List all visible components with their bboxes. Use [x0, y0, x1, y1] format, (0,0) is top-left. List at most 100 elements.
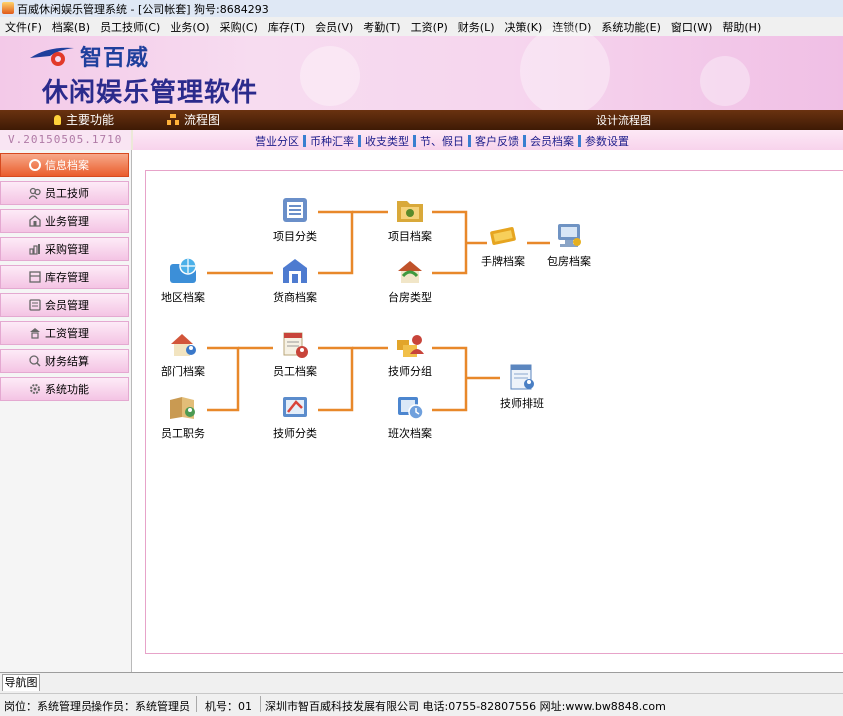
- menu-business[interactable]: 业务(O): [165, 19, 214, 35]
- sidebar-item-finance[interactable]: 财务结算: [0, 349, 129, 373]
- design-flowchart-link[interactable]: 设计流程图: [596, 112, 651, 128]
- employee-icon: [280, 330, 310, 360]
- menu-staff-technician[interactable]: 员工技师(C): [95, 19, 165, 35]
- sidebar-item-label: 会员管理: [45, 299, 89, 312]
- project-folder-icon: [395, 195, 425, 225]
- gear-icon: [29, 383, 41, 395]
- technician-category-icon: [280, 392, 310, 422]
- lightbulb-icon: [54, 114, 61, 125]
- node-wristband[interactable]: 手牌档案: [467, 220, 539, 269]
- menu-inventory[interactable]: 库存(T): [263, 19, 310, 35]
- room-type-icon: [395, 256, 425, 286]
- tab-parameter-settings[interactable]: 参数设置: [581, 133, 633, 149]
- menu-bar: 文件(F) 档案(B) 员工技师(C) 业务(O) 采购(C) 库存(T) 会员…: [0, 17, 843, 37]
- sidebar-item-label: 财务结算: [45, 355, 89, 368]
- node-label: 项目档案: [388, 230, 432, 243]
- tab-income-expense-type[interactable]: 收支类型: [361, 133, 413, 149]
- purchase-icon: [29, 243, 41, 255]
- tab-member-archive[interactable]: 会员档案: [526, 133, 578, 149]
- node-label: 项目分类: [273, 230, 317, 243]
- staff-icon: [28, 187, 41, 200]
- status-company: 深圳市智百威科技发展有限公司 电话:0755-82807556 网址:www.b…: [265, 700, 666, 713]
- brand-name: 智百威: [80, 46, 150, 71]
- sidebar-item-label: 业务管理: [45, 215, 89, 228]
- sidebar-item-label: 工资管理: [45, 327, 89, 340]
- node-region[interactable]: 地区档案: [147, 256, 219, 305]
- node-label: 货商档案: [273, 291, 317, 304]
- menu-attendance[interactable]: 考勤(T): [358, 19, 405, 35]
- sidebar-item-member[interactable]: 会员管理: [0, 293, 129, 317]
- node-label: 班次档案: [388, 427, 432, 440]
- category-icon: [280, 195, 310, 225]
- banner: 智百威 休闲娱乐管理软件: [0, 26, 843, 116]
- menu-window[interactable]: 窗口(W): [666, 19, 717, 35]
- node-shift[interactable]: 班次档案: [374, 392, 446, 441]
- menu-finance[interactable]: 财务(L): [453, 19, 500, 35]
- node-private-room[interactable]: 包房档案: [533, 220, 605, 269]
- shift-icon: [395, 392, 425, 422]
- member-icon: [29, 299, 41, 311]
- menu-system[interactable]: 系统功能(E): [596, 19, 666, 35]
- tab-customer-feedback[interactable]: 客户反馈: [471, 133, 523, 149]
- sidebar-item-system[interactable]: 系统功能: [0, 377, 129, 401]
- tab-holidays[interactable]: 节、假日: [416, 133, 468, 149]
- main-function-tab[interactable]: 主要功能: [54, 111, 114, 128]
- flowchart-tab[interactable]: 流程图: [167, 111, 220, 128]
- department-icon: [168, 330, 198, 360]
- version-box: V.20150505.1710: [0, 130, 131, 151]
- menu-help[interactable]: 帮助(H): [717, 19, 766, 35]
- bottom-tab-bar: [0, 672, 843, 693]
- info-archive-icon: [29, 159, 41, 171]
- node-department[interactable]: 部门档案: [147, 330, 219, 379]
- node-technician-schedule[interactable]: 技师排班: [486, 362, 558, 411]
- node-label: 员工职务: [161, 427, 205, 440]
- supplier-icon: [280, 256, 310, 286]
- window-title: 百威休闲娱乐管理系统 - [公司帐套] 狗号:8684293: [17, 3, 269, 16]
- node-room-type[interactable]: 台房类型: [374, 256, 446, 305]
- sidebar-item-purchase[interactable]: 采购管理: [0, 237, 129, 261]
- node-technician-group[interactable]: 技师分组: [374, 330, 446, 379]
- node-project-category[interactable]: 项目分类: [259, 195, 331, 244]
- archive-tabs: 营业分区 币种汇率 收支类型 节、假日 客户反馈 会员档案 参数设置: [133, 130, 843, 151]
- version-label: V.20150505.1710: [8, 133, 123, 146]
- node-label: 地区档案: [161, 291, 205, 304]
- finance-icon: [29, 355, 41, 367]
- sidebar: 信息档案 员工技师 业务管理 采购管理 库存管理 会员管理 工资管理 财务结算 …: [0, 150, 132, 672]
- app-icon: [2, 2, 14, 14]
- menu-member[interactable]: 会员(V): [310, 19, 358, 35]
- tab-currency-rate[interactable]: 币种汇率: [306, 133, 358, 149]
- flowchart-label: 流程图: [184, 113, 221, 127]
- node-job-title[interactable]: 员工职务: [147, 392, 219, 441]
- sidebar-item-staff[interactable]: 员工技师: [0, 181, 129, 205]
- node-label: 包房档案: [547, 255, 591, 268]
- menu-file[interactable]: 文件(F): [0, 19, 47, 35]
- sidebar-item-label: 采购管理: [45, 243, 89, 256]
- sidebar-item-inventory[interactable]: 库存管理: [0, 265, 129, 289]
- tab-business-zone[interactable]: 营业分区: [251, 133, 303, 149]
- globe-folder-icon: [168, 256, 198, 286]
- node-supplier[interactable]: 货商档案: [259, 256, 331, 305]
- node-label: 员工档案: [273, 365, 317, 378]
- banner-decoration: [700, 56, 750, 106]
- sidebar-item-label: 系统功能: [45, 383, 89, 396]
- node-label: 技师排班: [500, 397, 544, 410]
- sidebar-item-business[interactable]: 业务管理: [0, 209, 129, 233]
- menu-purchase[interactable]: 采购(C): [215, 19, 263, 35]
- tab-navigation-map[interactable]: 导航图: [2, 674, 40, 691]
- nav-bar: 主要功能 流程图 设计流程图: [0, 110, 843, 130]
- product-name: 休闲娱乐管理软件: [42, 78, 259, 108]
- technician-group-icon: [395, 330, 425, 360]
- title-bar: 百威休闲娱乐管理系统 - [公司帐套] 狗号:8684293: [0, 0, 843, 18]
- node-employee[interactable]: 员工档案: [259, 330, 331, 379]
- sidebar-item-info-archive[interactable]: 信息档案: [0, 153, 129, 177]
- node-project[interactable]: 项目档案: [374, 195, 446, 244]
- salary-icon: [29, 327, 41, 339]
- menu-archive[interactable]: 档案(B): [47, 19, 95, 35]
- schedule-icon: [507, 362, 537, 392]
- status-position: 岗位：系统管理员: [4, 700, 92, 713]
- node-technician-category[interactable]: 技师分类: [259, 392, 331, 441]
- banner-decoration: [520, 26, 610, 116]
- node-label: 手牌档案: [481, 255, 525, 268]
- menu-salary[interactable]: 工资(P): [406, 19, 453, 35]
- sidebar-item-salary[interactable]: 工资管理: [0, 321, 129, 345]
